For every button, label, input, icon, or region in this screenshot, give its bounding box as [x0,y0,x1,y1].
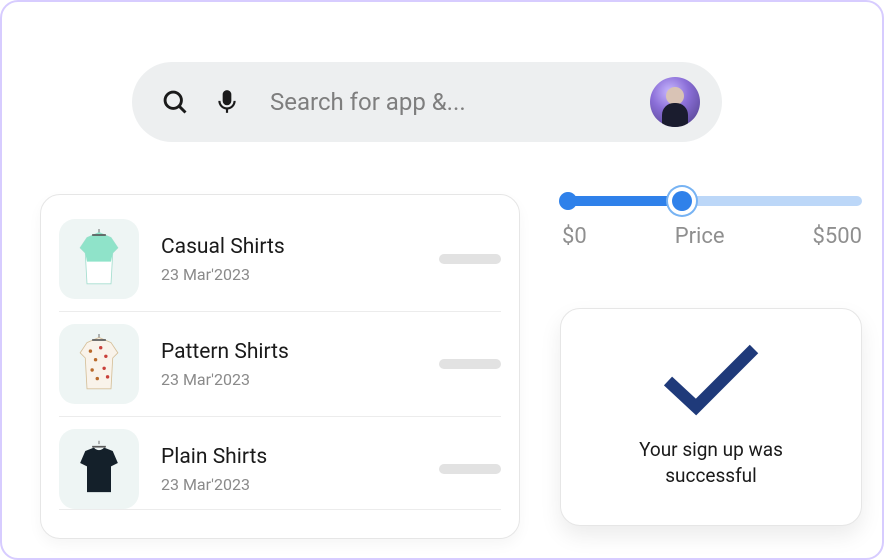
search-bar[interactable]: Search for app &... [132,62,722,142]
microphone-icon[interactable] [212,87,242,117]
list-item-date: 23 Mar'2023 [161,475,439,494]
product-thumbnail [59,219,139,299]
search-icon[interactable] [160,87,190,117]
success-card: Your sign up was successful [560,308,862,526]
list-item[interactable]: Pattern Shirts 23 Mar'2023 [59,312,501,417]
list-item-title: Casual Shirts [161,235,439,259]
slider-handle-min[interactable] [559,192,577,210]
slider-fill [562,196,682,206]
product-thumbnail [59,429,139,509]
list-item-action-placeholder[interactable] [439,254,501,264]
list-item-date: 23 Mar'2023 [161,265,439,284]
slider-handle-max[interactable] [672,191,692,211]
list-item[interactable]: Plain Shirts 23 Mar'2023 [59,417,501,510]
avatar[interactable] [650,77,700,127]
list-item-action-placeholder[interactable] [439,464,501,474]
list-item[interactable]: Casual Shirts 23 Mar'2023 [59,207,501,312]
checkmark-icon [656,339,766,419]
list-item-title: Pattern Shirts [161,340,439,364]
slider-min-label: $0 [562,224,587,249]
list-item-date: 23 Mar'2023 [161,370,439,389]
search-placeholder[interactable]: Search for app &... [270,88,650,116]
list-item-title: Plain Shirts [161,445,439,469]
price-slider[interactable]: $0 Price $500 [562,196,862,249]
list-item-text: Plain Shirts 23 Mar'2023 [161,445,439,494]
slider-track[interactable] [562,196,862,206]
app-canvas: Search for app &... Casual Shirts 23 Mar… [0,0,884,560]
product-thumbnail [59,324,139,404]
slider-label: Price [675,224,725,249]
slider-max-label: $500 [813,224,862,249]
list-item-text: Pattern Shirts 23 Mar'2023 [161,340,439,389]
product-list-card: Casual Shirts 23 Mar'2023 Pattern Shirts [40,194,520,539]
list-item-text: Casual Shirts 23 Mar'2023 [161,235,439,284]
list-item-action-placeholder[interactable] [439,359,501,369]
slider-labels: $0 Price $500 [562,224,862,249]
success-message: Your sign up was successful [611,437,811,488]
